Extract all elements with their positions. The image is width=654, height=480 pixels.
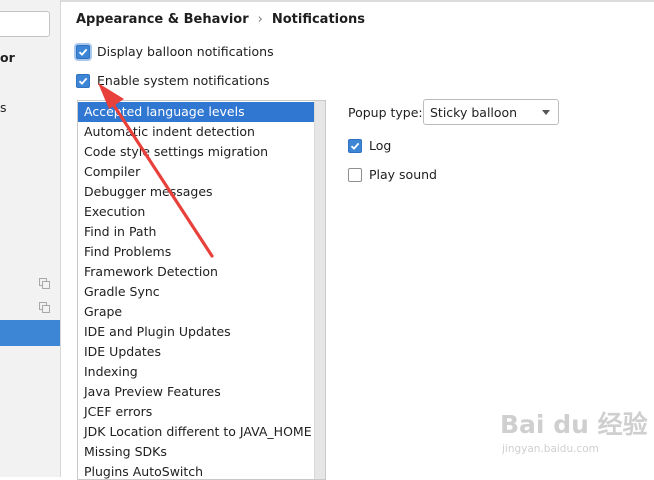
display-balloon-label: Display balloon notifications bbox=[97, 44, 274, 59]
sidebar-item-partial[interactable]: or bbox=[0, 50, 15, 65]
list-item[interactable]: Gradle Sync bbox=[78, 282, 315, 302]
display-balloon-option[interactable]: Display balloon notifications bbox=[76, 44, 274, 59]
breadcrumb: Appearance & Behavior › Notifications bbox=[76, 12, 365, 27]
list-item[interactable]: Debugger messages bbox=[78, 182, 315, 202]
copy-icon bbox=[39, 302, 50, 313]
list-item[interactable]: Missing SDKs bbox=[78, 442, 315, 462]
breadcrumb-separator: › bbox=[257, 12, 263, 27]
log-label: Log bbox=[369, 138, 392, 153]
notification-groups-list[interactable]: Accepted language levels Automatic indent… bbox=[77, 100, 326, 480]
list-item[interactable]: JDK Location different to JAVA_HOME bbox=[78, 422, 315, 442]
sidebar-search-input[interactable] bbox=[0, 11, 50, 37]
list-scrollbar[interactable] bbox=[314, 101, 325, 479]
enable-system-checkbox[interactable] bbox=[76, 73, 90, 88]
play-sound-checkbox[interactable] bbox=[348, 167, 362, 182]
popup-type-value: Sticky balloon bbox=[430, 104, 518, 120]
list-item[interactable]: Framework Detection bbox=[78, 262, 315, 282]
top-border bbox=[0, 0, 654, 2]
play-sound-option[interactable]: Play sound bbox=[348, 167, 437, 182]
play-sound-label: Play sound bbox=[369, 167, 437, 182]
list-item[interactable]: Accepted language levels bbox=[78, 102, 315, 122]
list-item[interactable]: Grape bbox=[78, 302, 315, 322]
checkmark-icon bbox=[78, 48, 88, 56]
list-item[interactable]: Find in Path bbox=[78, 222, 315, 242]
log-checkbox[interactable] bbox=[348, 138, 362, 153]
list-item[interactable]: IDE and Plugin Updates bbox=[78, 322, 315, 342]
list-item[interactable]: Java Preview Features bbox=[78, 382, 315, 402]
copy-icon bbox=[39, 278, 50, 289]
checkmark-icon bbox=[78, 77, 88, 85]
breadcrumb-parent: Appearance & Behavior bbox=[76, 12, 249, 27]
list-item[interactable]: Indexing bbox=[78, 362, 315, 382]
list-item[interactable]: Code style settings migration bbox=[78, 142, 315, 162]
list-item[interactable]: Compiler bbox=[78, 162, 315, 182]
display-balloon-checkbox[interactable] bbox=[76, 44, 90, 59]
chevron-down-icon bbox=[542, 110, 550, 115]
checkmark-icon bbox=[350, 142, 360, 150]
list-item[interactable]: Execution bbox=[78, 202, 315, 222]
list-item[interactable]: Plugins AutoSwitch bbox=[78, 462, 315, 479]
list-item[interactable]: Find Problems bbox=[78, 242, 315, 262]
sidebar-item-selected[interactable] bbox=[0, 320, 60, 346]
list-item[interactable]: Automatic indent detection bbox=[78, 122, 315, 142]
watermark-brand: Bai du 经验 bbox=[500, 410, 648, 439]
sidebar-item-partial-2[interactable]: s bbox=[0, 100, 7, 115]
popup-type-select[interactable]: Sticky balloon bbox=[423, 99, 559, 125]
enable-system-label: Enable system notifications bbox=[97, 73, 270, 88]
list-item[interactable]: IDE Updates bbox=[78, 342, 315, 362]
baidu-watermark: Bai du 经验 jingyan.baidu.com bbox=[500, 405, 650, 475]
log-option[interactable]: Log bbox=[348, 138, 391, 153]
enable-system-option[interactable]: Enable system notifications bbox=[76, 73, 270, 88]
breadcrumb-current: Notifications bbox=[271, 12, 366, 27]
list-item[interactable]: JCEF errors bbox=[78, 402, 315, 422]
settings-sidebar: or s bbox=[0, 0, 61, 477]
popup-type-label: Popup type: bbox=[348, 105, 423, 120]
watermark-url: jingyan.baidu.com bbox=[502, 443, 599, 455]
